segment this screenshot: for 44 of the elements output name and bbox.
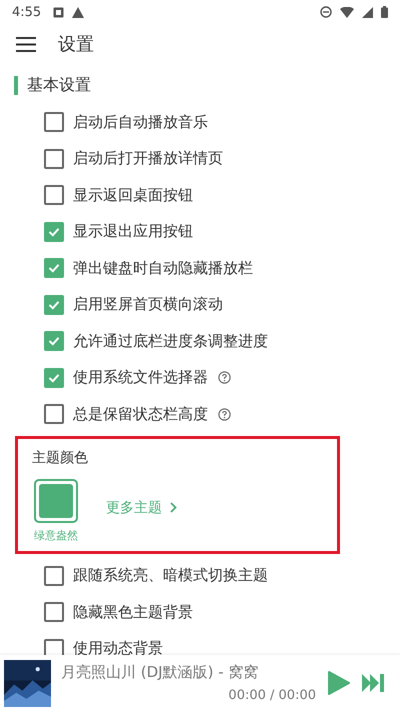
checkbox[interactable] <box>44 331 64 352</box>
option-label[interactable]: 跟随系统亮、暗模式切换主题 <box>73 566 268 586</box>
option-label[interactable]: 弹出键盘时自动隐藏播放栏 <box>73 258 253 278</box>
option-label[interactable]: 显示返回桌面按钮 <box>73 186 193 205</box>
do-not-disturb-icon <box>320 6 332 18</box>
option-label[interactable]: 启动后打开播放详情页 <box>73 149 223 168</box>
section-title: 基本设置 <box>27 75 91 96</box>
play-time: 00:00 / 00:00 <box>228 688 316 703</box>
checkbox[interactable] <box>44 368 64 388</box>
wifi-icon <box>340 6 354 18</box>
checkbox[interactable] <box>44 185 64 206</box>
checkbox[interactable] <box>44 294 64 315</box>
checkbox[interactable] <box>44 404 64 424</box>
checkbox[interactable] <box>44 566 64 586</box>
checkbox[interactable] <box>44 602 64 622</box>
check-icon <box>47 334 61 348</box>
battery-icon <box>381 6 388 18</box>
checkbox[interactable] <box>44 112 64 132</box>
theme-name: 绿意盎然 <box>34 528 78 542</box>
option-label[interactable]: 使用系统文件选择器 <box>73 368 208 388</box>
section-marker <box>14 76 18 95</box>
warning-icon <box>72 6 84 18</box>
option-label[interactable]: 允许通过底栏进度条调整进度 <box>73 332 268 351</box>
play-icon[interactable] <box>328 671 350 695</box>
page-title: 设置 <box>58 33 94 56</box>
option-label[interactable]: 启用竖屏首页横向滚动 <box>73 295 223 314</box>
checkbox[interactable] <box>44 148 64 169</box>
option-label[interactable]: 总是保留状态栏高度 <box>73 404 208 424</box>
song-title: 月亮照山川 (DJ默涵版) - 窝窝 <box>61 663 260 682</box>
notification-icon <box>53 6 64 18</box>
check-icon <box>47 261 61 276</box>
checkbox[interactable] <box>44 222 64 242</box>
option-label[interactable]: 隐藏黑色主题背景 <box>73 602 193 622</box>
checkbox[interactable] <box>44 258 64 278</box>
help-icon[interactable] <box>218 371 231 384</box>
signal-icon <box>362 6 373 18</box>
option-label[interactable]: 启动后自动播放音乐 <box>73 112 208 132</box>
theme-title: 主题颜色 <box>32 448 89 466</box>
skip-next-icon[interactable] <box>362 673 386 693</box>
option-label[interactable]: 显示退出应用按钮 <box>73 222 193 242</box>
menu-icon[interactable] <box>16 36 36 52</box>
help-icon[interactable] <box>218 408 231 421</box>
chevron-icon <box>170 502 177 513</box>
status-time: 4:55 <box>12 4 42 20</box>
